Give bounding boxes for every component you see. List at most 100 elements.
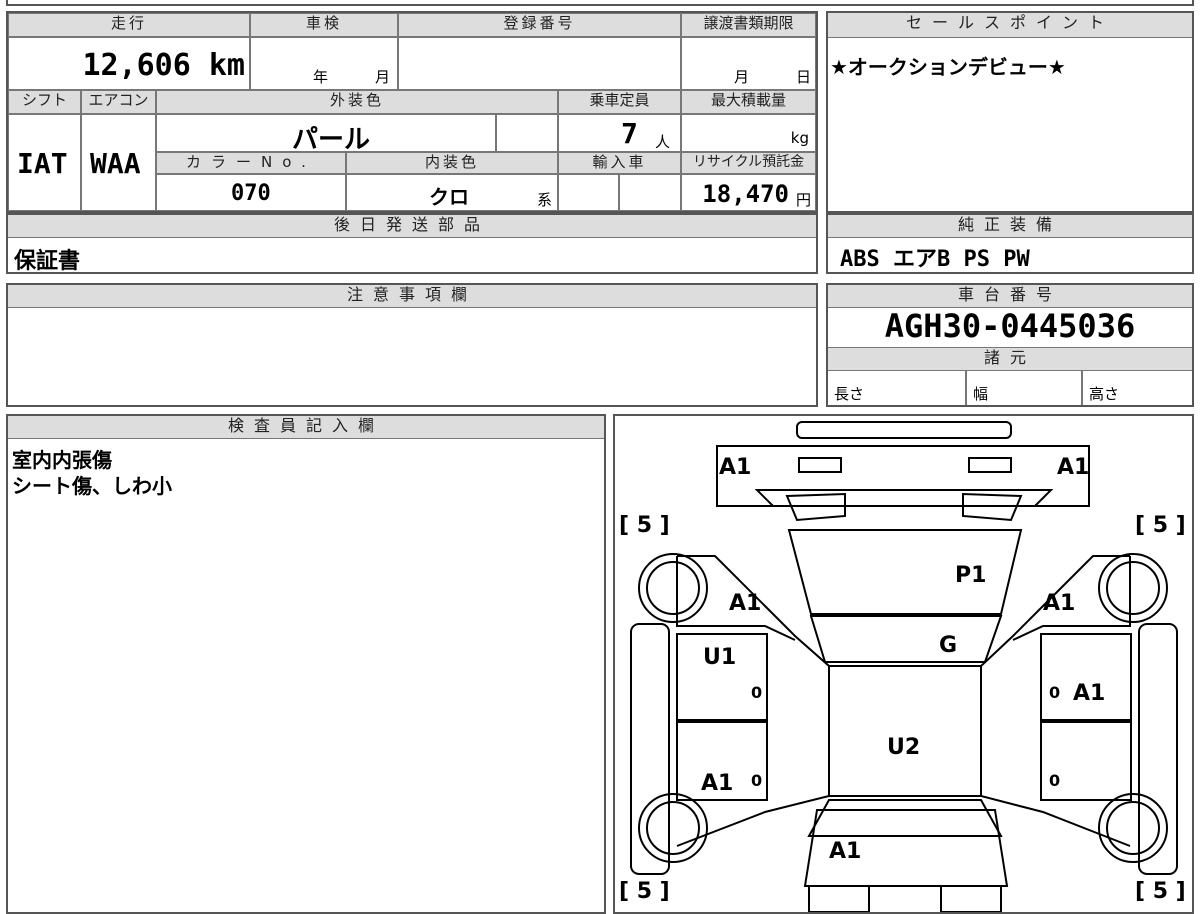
tire-rear-left-inner — [646, 801, 700, 855]
max-load-cell: kg — [681, 114, 816, 152]
zero-left-front: 0 — [751, 683, 762, 702]
tire-rear-left — [638, 793, 708, 863]
inspector-line-2: シート傷、しわ小 — [12, 474, 172, 498]
label-specs: 諸元 — [828, 347, 1192, 371]
recycle-value: 18,470 — [702, 180, 789, 208]
inspection-cell: 年 月 — [250, 37, 398, 90]
import-cell-b — [619, 174, 681, 211]
label-registration: 登録番号 — [398, 13, 681, 37]
exterior-color-value: パール — [292, 125, 371, 155]
label-aircon: エアコン — [81, 90, 156, 114]
right-front-door — [1040, 633, 1132, 721]
aircon-cell: WAA — [81, 114, 156, 211]
registration-cell — [398, 37, 681, 90]
max-load-unit: kg — [790, 129, 809, 147]
zero-left-rear: 0 — [751, 771, 762, 790]
mark-tire-fl: [ 5 ] — [619, 513, 670, 538]
label-standard-equipment: 純正装備 — [828, 215, 1192, 238]
roof-panel — [828, 665, 982, 797]
tire-front-left-inner — [646, 561, 700, 615]
color-no-value: 070 — [231, 181, 271, 206]
label-import: 輸入車 — [558, 152, 681, 174]
spec-length-cell: 長さ — [828, 370, 966, 405]
zero-right-rear: 0 — [1049, 771, 1060, 790]
label-color-no: カラーNo. — [156, 152, 346, 174]
windshield-panel — [809, 615, 1003, 663]
label-interior-color: 内装色 — [346, 152, 558, 174]
rear-bumper-right — [940, 885, 1002, 912]
mark-tire-rl: [ 5 ] — [619, 879, 670, 904]
deadline-day-unit: 日 — [796, 68, 812, 86]
standard-equipment-value: ABS エアB PS PW — [840, 247, 1030, 272]
mark-hood: P1 — [955, 563, 986, 588]
label-later-parts: 後日発送部品 — [8, 215, 816, 238]
inspector-line-1: 室内内張傷 — [12, 448, 112, 472]
tire-front-left — [638, 553, 708, 623]
tire-rear-right — [1098, 793, 1168, 863]
inspection-year-unit: 年 — [313, 68, 329, 86]
mark-left-rear-door: A1 — [701, 771, 733, 796]
label-notes: 注意事項欄 — [8, 285, 816, 308]
recycle-unit: 円 — [795, 191, 811, 209]
shift-cell: IAT — [8, 114, 81, 211]
capacity-value: 7 — [621, 117, 638, 150]
interior-color-value: クロ — [429, 185, 469, 209]
mileage-cell: 12,606 km — [8, 37, 250, 90]
interior-color-cell: クロ 系 — [346, 174, 558, 211]
inspector-block: 検査員記入欄 室内内張傷 シート傷、しわ小 — [6, 414, 606, 914]
tire-rear-right-inner — [1106, 801, 1160, 855]
inspection-month-unit: 月 — [375, 68, 391, 86]
recycle-cell: 18,470 円 — [681, 174, 816, 211]
chassis-no-value: AGH30-0445036 — [884, 307, 1136, 345]
mark-left-fender: A1 — [729, 591, 761, 616]
aircon-value: WAA — [90, 147, 141, 180]
sales-point-value: ★オークションデビュー★ — [830, 55, 1066, 79]
spec-height-cell: 高さ — [1082, 370, 1192, 405]
label-transfer-deadline: 譲渡書類期限 — [681, 13, 816, 37]
mark-tire-rr: [ 5 ] — [1135, 879, 1186, 904]
interior-color-suffix: 系 — [537, 191, 553, 209]
shift-value: IAT — [17, 147, 68, 180]
import-cell-a — [558, 174, 619, 211]
info-block: 走行 車検 登録番号 譲渡書類期限 12,606 km 年 月 月 日 シフト … — [6, 11, 818, 213]
mark-right-front-door: A1 — [1073, 681, 1105, 706]
label-capacity: 乗車定員 — [558, 90, 681, 114]
front-grille — [754, 489, 1054, 507]
mark-windshield: G — [939, 633, 957, 658]
rear-window — [807, 799, 1003, 837]
front-bumper-bar — [796, 421, 1012, 439]
exterior-color-cell: パール — [156, 114, 496, 155]
mark-tire-fr: [ 5 ] — [1135, 513, 1186, 538]
mark-roof: U2 — [887, 735, 920, 760]
chassis-block: 車台番号 AGH30-0445036 諸元 長さ 幅 高さ — [826, 283, 1194, 407]
label-recycle: リサイクル預託金 — [681, 152, 816, 174]
label-inspection: 車検 — [250, 13, 398, 37]
rear-bumper-left — [808, 885, 870, 912]
label-mileage: 走行 — [8, 13, 250, 37]
label-chassis-no: 車台番号 — [828, 285, 1192, 308]
tire-front-right — [1098, 553, 1168, 623]
exterior-color-extra — [496, 114, 558, 152]
label-max-load: 最大積載量 — [681, 90, 816, 114]
damage-diagram: A1 A1 [ 5 ] [ 5 ] P1 A1 A1 G U1 A1 U2 A1… — [613, 414, 1194, 914]
deadline-month-unit: 月 — [734, 68, 750, 86]
capacity-cell: 7 人 — [558, 114, 681, 152]
standard-equipment-block: 純正装備 ABS エアB PS PW — [826, 213, 1194, 274]
later-parts-block: 後日発送部品 保証書 — [6, 213, 818, 274]
later-parts-value: 保証書 — [14, 249, 81, 274]
headlight-right — [968, 457, 1012, 473]
spec-width-cell: 幅 — [966, 370, 1082, 405]
color-no-cell: 070 — [156, 174, 346, 211]
label-exterior-color: 外装色 — [156, 90, 558, 114]
mark-right-fender: A1 — [1043, 591, 1075, 616]
notes-block: 注意事項欄 — [6, 283, 818, 407]
sales-point-block: セールスポイント ★オークションデビュー★ — [826, 11, 1194, 213]
spec-length-label: 長さ — [834, 385, 865, 403]
tire-front-right-inner — [1106, 561, 1160, 615]
mark-front-left: A1 — [719, 455, 751, 480]
mark-rear: A1 — [829, 839, 861, 864]
deadline-cell: 月 日 — [681, 37, 816, 90]
capacity-unit: 人 — [655, 133, 671, 151]
spec-width-label: 幅 — [973, 385, 989, 403]
mark-front-right: A1 — [1057, 455, 1089, 480]
